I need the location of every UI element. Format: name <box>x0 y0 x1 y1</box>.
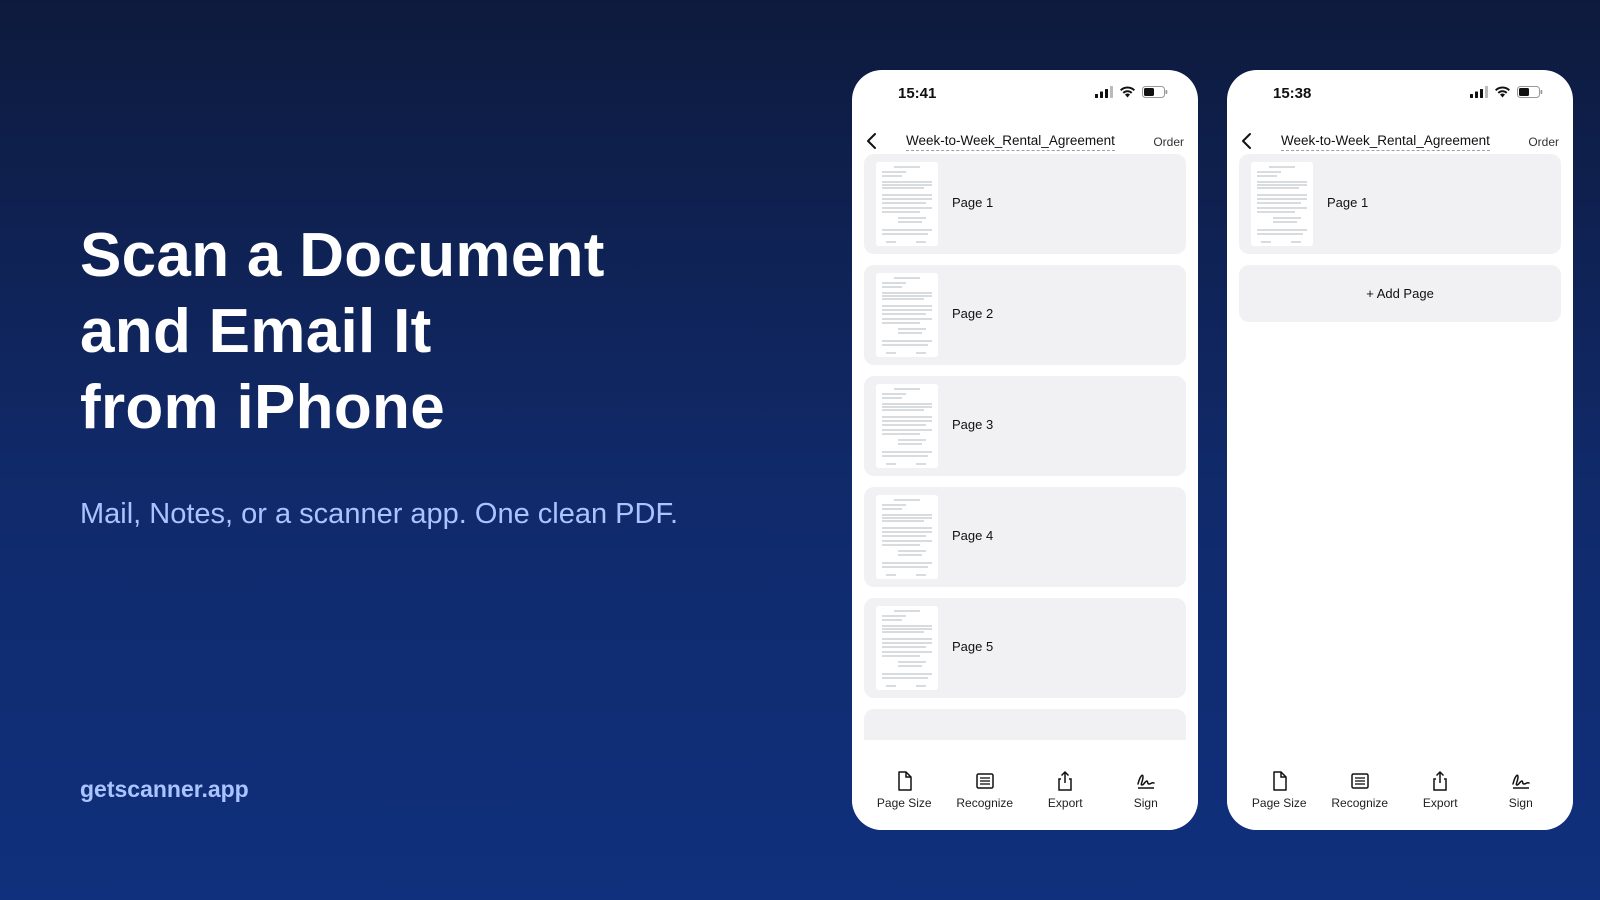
page-list: Page 1 Page 2 Page 3 Page 4 Page 5 <box>864 154 1186 740</box>
page-card[interactable]: Page 5 <box>864 598 1186 698</box>
page-label: Page 2 <box>952 306 994 321</box>
tool-label: Page Size <box>876 796 932 810</box>
page-thumbnail <box>876 384 938 468</box>
tool-label: Sign <box>1133 796 1158 810</box>
status-bar: 15:41 <box>852 70 1198 120</box>
battery-icon <box>1517 86 1543 98</box>
hero-title-line: and Email It <box>80 297 432 366</box>
status-icons <box>1470 86 1543 98</box>
page-card[interactable]: Page 4 <box>864 487 1186 587</box>
chevron-left-icon[interactable] <box>862 130 882 152</box>
page-label: Page 4 <box>952 528 994 543</box>
export-button[interactable]: Export <box>1401 740 1479 830</box>
page-card[interactable]: Page 3 <box>864 376 1186 476</box>
recognize-button[interactable]: Recognize <box>946 740 1024 830</box>
bottom-toolbar: Page Size Recognize Export Sign <box>1227 740 1573 830</box>
order-button[interactable]: Order <box>1528 135 1559 149</box>
tool-label: Export <box>1047 796 1083 810</box>
page-size-button[interactable]: Page Size <box>865 740 943 830</box>
page-thumbnail <box>876 273 938 357</box>
phone-screen-1: 15:41 Week-to-Week_Rental_Agreement Orde… <box>852 70 1198 830</box>
sign-button[interactable]: Sign <box>1107 740 1185 830</box>
add-page-button[interactable]: + Add Page <box>1239 265 1561 322</box>
hero-title-line: from iPhone <box>80 373 445 442</box>
sign-button[interactable]: Sign <box>1482 740 1560 830</box>
battery-icon <box>1142 86 1168 98</box>
share-icon <box>1433 770 1447 791</box>
document-title[interactable]: Week-to-Week_Rental_Agreement <box>906 133 1115 151</box>
page-card-partial[interactable] <box>864 709 1186 740</box>
page-list: Page 1 + Add Page <box>1239 154 1561 740</box>
status-icons <box>1095 86 1168 98</box>
page-card[interactable]: Page 2 <box>864 265 1186 365</box>
tool-label: Export <box>1422 796 1458 810</box>
text-lines-icon <box>1351 773 1369 789</box>
page-label: Page 1 <box>952 195 994 210</box>
status-time: 15:38 <box>1273 85 1312 102</box>
tool-label: Page Size <box>1251 796 1307 810</box>
bottom-toolbar: Page Size Recognize Export Sign <box>852 740 1198 830</box>
recognize-button[interactable]: Recognize <box>1321 740 1399 830</box>
document-icon <box>898 771 912 791</box>
page-thumbnail <box>876 495 938 579</box>
status-bar: 15:38 <box>1227 70 1573 120</box>
hero-section: Scan a Document and Email It from iPhone… <box>80 218 780 531</box>
document-title[interactable]: Week-to-Week_Rental_Agreement <box>1281 133 1490 151</box>
tool-label: Recognize <box>956 796 1014 810</box>
cellular-signal-icon <box>1470 86 1488 98</box>
share-icon <box>1058 770 1072 791</box>
page-card[interactable]: Page 1 <box>1239 154 1561 254</box>
export-button[interactable]: Export <box>1026 740 1104 830</box>
page-label: Page 3 <box>952 417 994 432</box>
order-button[interactable]: Order <box>1153 135 1184 149</box>
page-size-button[interactable]: Page Size <box>1240 740 1318 830</box>
page-card[interactable]: Page 1 <box>864 154 1186 254</box>
page-thumbnail <box>1251 162 1313 246</box>
wifi-icon <box>1495 86 1510 98</box>
page-thumbnail <box>876 606 938 690</box>
signature-icon <box>1137 774 1155 789</box>
page-thumbnail <box>876 162 938 246</box>
page-label: Page 1 <box>1327 195 1369 210</box>
hero-subtitle: Mail, Notes, or a scanner app. One clean… <box>80 498 679 530</box>
text-lines-icon <box>976 773 994 789</box>
cellular-signal-icon <box>1095 86 1113 98</box>
document-icon <box>1273 771 1287 791</box>
tool-label: Recognize <box>1331 796 1389 810</box>
site-url[interactable]: getscanner.app <box>80 776 249 803</box>
wifi-icon <box>1120 86 1135 98</box>
page-label: Page 5 <box>952 639 994 654</box>
hero-title-line: Scan a Document <box>80 221 605 290</box>
hero-title: Scan a Document and Email It from iPhone <box>80 218 780 446</box>
signature-icon <box>1512 774 1530 789</box>
tool-label: Sign <box>1508 796 1533 810</box>
phone-screen-2: 15:38 Week-to-Week_Rental_Agreement Orde… <box>1227 70 1573 830</box>
chevron-left-icon[interactable] <box>1237 130 1257 152</box>
status-time: 15:41 <box>898 85 937 102</box>
